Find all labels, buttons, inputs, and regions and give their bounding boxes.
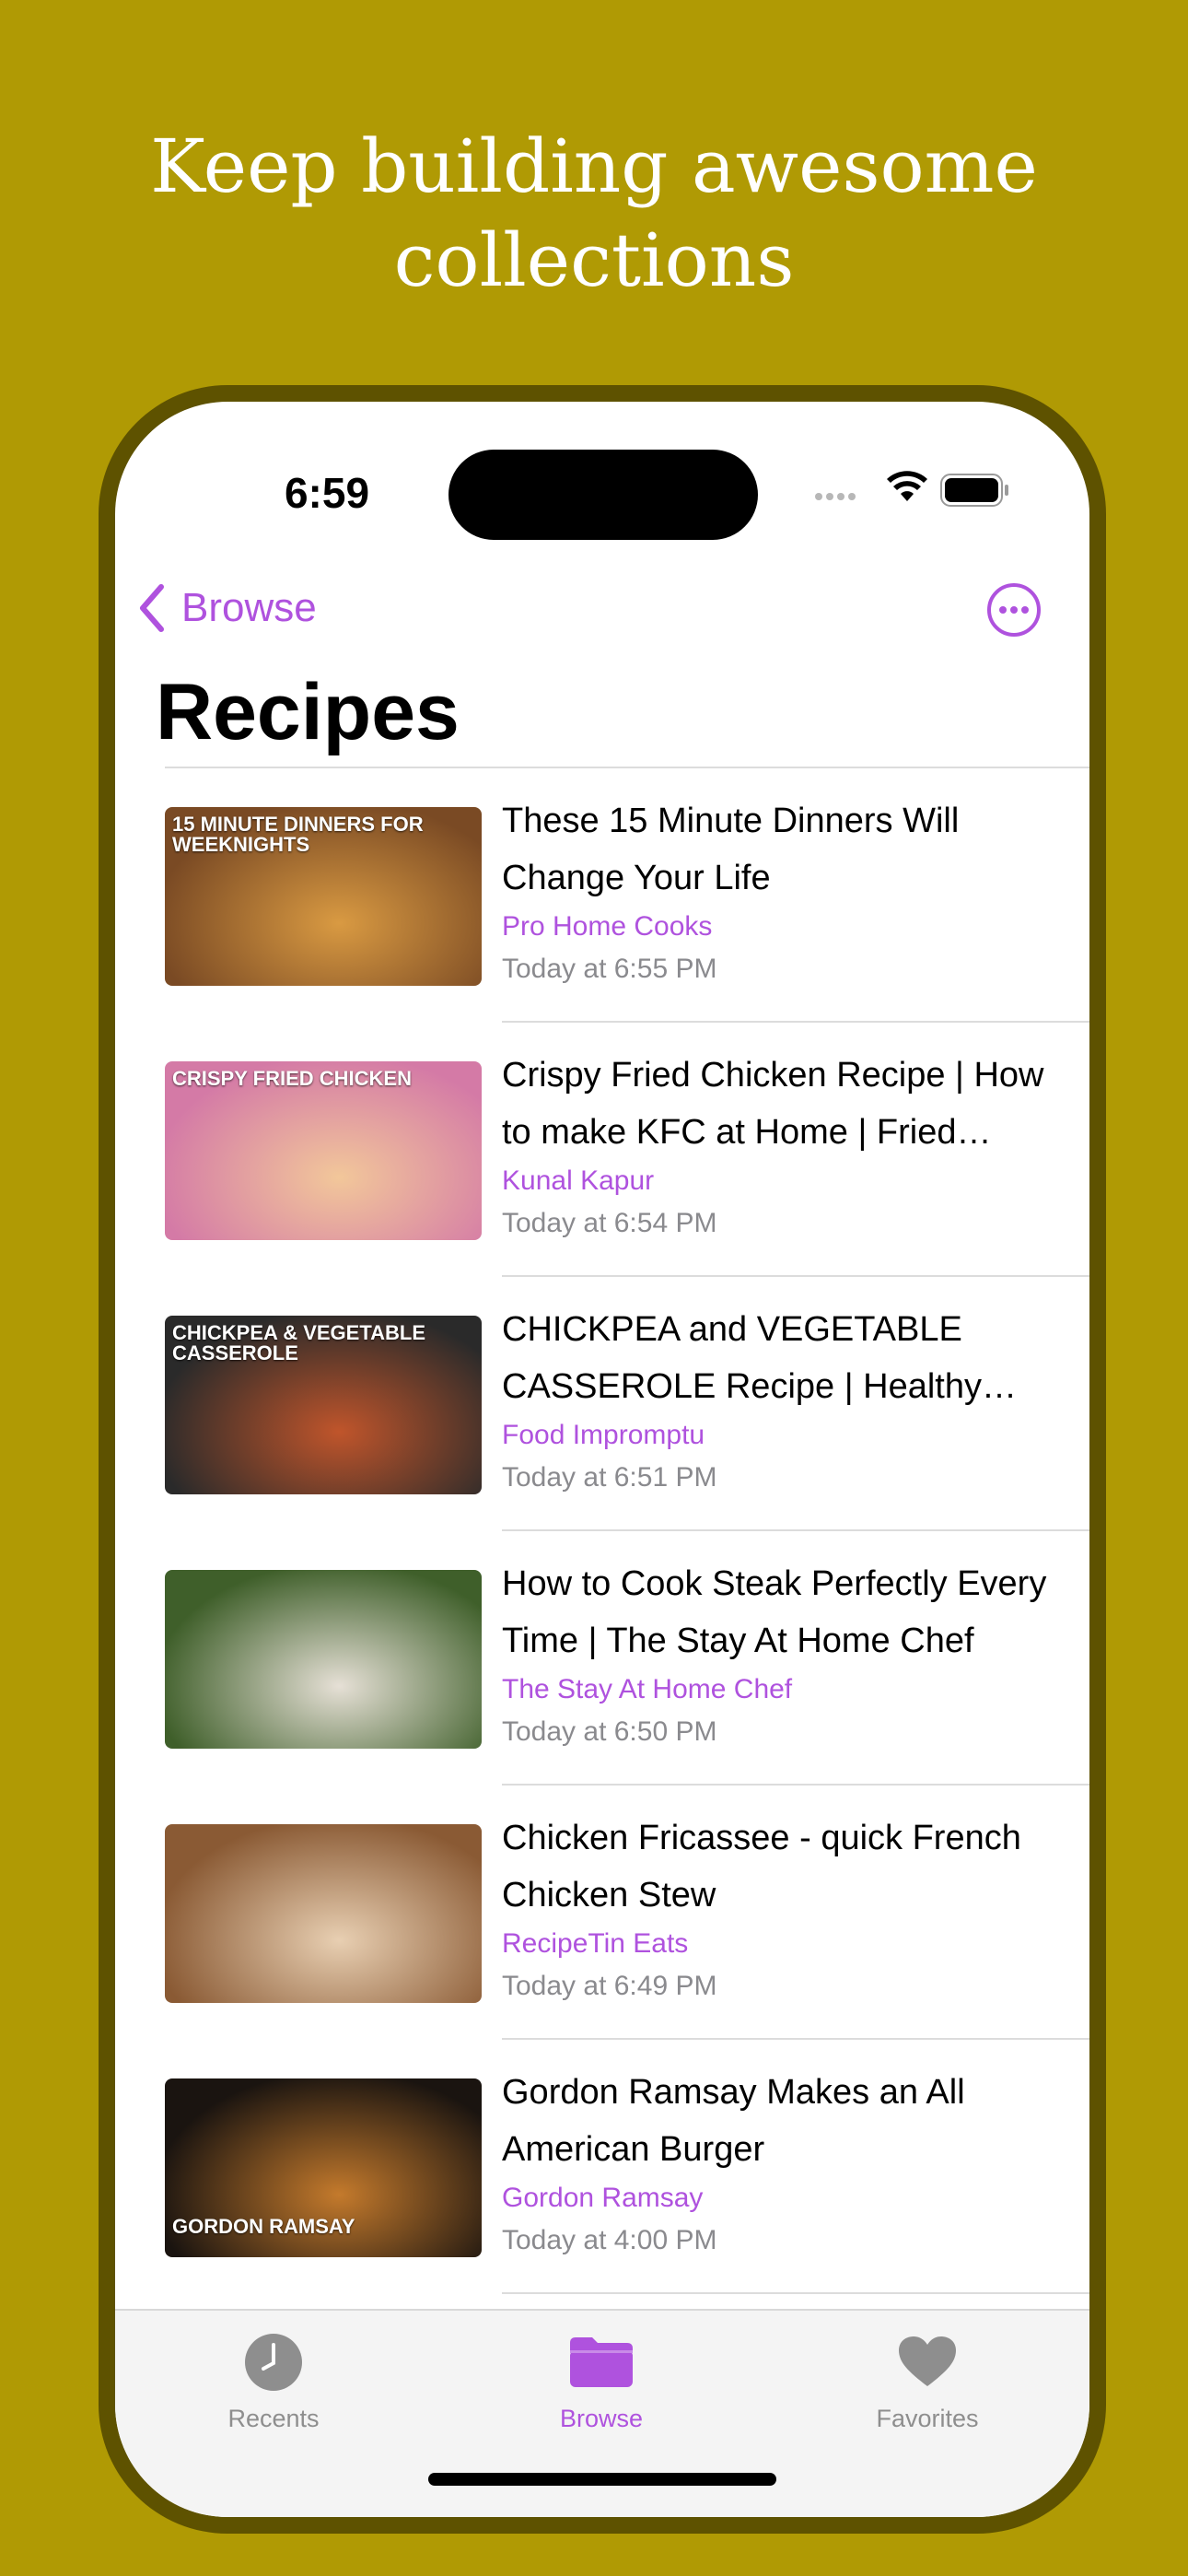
back-button[interactable]: Browse: [137, 579, 317, 638]
video-thumbnail: [165, 1570, 482, 1749]
item-title: How to Cook Steak Perfectly Every Time |…: [502, 1564, 1047, 1660]
item-title: These 15 Minute Dinners Will Change Your…: [502, 802, 960, 897]
item-info: CHICKPEA and VEGETABLE CASSEROLE Recipe …: [502, 1301, 1073, 1496]
phone-screen: 6:59 Browse Recipes 15 MINUTE DINNERS FO…: [115, 402, 1089, 2517]
tab-label: Favorites: [876, 2405, 979, 2432]
navigation-bar: Browse: [115, 558, 1089, 660]
item-channel[interactable]: RecipeTin Eats: [502, 1926, 1073, 1962]
folder-icon: [570, 2337, 633, 2387]
status-time: 6:59: [284, 469, 370, 517]
item-date: Today at 6:51 PM: [502, 1462, 717, 1493]
item-title: Gordon Ramsay Makes an All American Burg…: [502, 2073, 965, 2169]
item-channel[interactable]: Pro Home Cooks: [502, 908, 1073, 945]
home-indicator: [428, 2473, 776, 2486]
back-button-label: Browse: [181, 585, 317, 630]
phone-frame: 6:59 Browse Recipes 15 MINUTE DINNERS FO…: [99, 385, 1106, 2534]
list-item[interactable]: CRISPY FRIED CHICKEN Crispy Fried Chicken…: [115, 1023, 1089, 1277]
battery-icon: [940, 474, 1008, 507]
chevron-left-icon: [140, 584, 164, 632]
video-thumbnail: CHICKPEA & VEGETABLE CASSEROLE: [165, 1316, 482, 1494]
clock-icon: [245, 2334, 302, 2391]
tab-recents[interactable]: Recents: [154, 2329, 393, 2433]
list-item[interactable]: GORDON RAMSAY Gordon Ramsay Makes an All …: [115, 2040, 1089, 2294]
recipe-list: 15 MINUTE DINNERS FOR WEEKNIGHTS These 15…: [115, 768, 1089, 2294]
item-info: These 15 Minute Dinners Will Change Your…: [502, 792, 1073, 988]
video-thumbnail: CRISPY FRIED CHICKEN: [165, 1061, 482, 1240]
thumbnail-caption: 15 MINUTE DINNERS FOR WEEKNIGHTS: [172, 813, 424, 856]
tab-label: Recents: [227, 2405, 320, 2432]
list-item[interactable]: 15 MINUTE DINNERS FOR WEEKNIGHTS These 15…: [115, 768, 1089, 1023]
item-info: Crispy Fried Chicken Recipe | How to mak…: [502, 1047, 1073, 1242]
thumbnail-caption: GORDON RAMSAY: [172, 2215, 355, 2238]
video-thumbnail: 15 MINUTE DINNERS FOR WEEKNIGHTS: [165, 807, 482, 986]
item-title: Chicken Fricassee - quick French Chicken…: [502, 1819, 1021, 1914]
tab-favorites[interactable]: Favorites: [808, 2329, 1047, 2433]
list-item[interactable]: How to Cook Steak Perfectly Every Time |…: [115, 1531, 1089, 1786]
item-channel[interactable]: The Stay At Home Chef: [502, 1671, 1073, 1708]
item-channel[interactable]: Kunal Kapur: [502, 1163, 1073, 1200]
thumbnail-caption: CHICKPEA & VEGETABLE CASSEROLE: [172, 1321, 426, 1364]
item-date: Today at 6:50 PM: [502, 1716, 717, 1747]
thumbnail-caption: CRISPY FRIED CHICKEN: [172, 1067, 412, 1090]
headline-line-2: collections: [393, 217, 795, 303]
video-thumbnail: GORDON RAMSAY: [165, 2078, 482, 2257]
cellular-signal-icon: [815, 488, 859, 505]
tab-label: Browse: [559, 2405, 644, 2432]
page-title: Recipes: [156, 668, 460, 756]
dynamic-island: [448, 450, 758, 540]
item-info: How to Cook Steak Perfectly Every Time |…: [502, 1555, 1073, 1751]
item-info: Gordon Ramsay Makes an All American Burg…: [502, 2064, 1073, 2259]
item-channel[interactable]: Gordon Ramsay: [502, 2180, 1073, 2217]
marketing-headline: Keep building awesome collections: [0, 120, 1188, 308]
ellipsis-circle-icon[interactable]: [986, 582, 1042, 638]
video-thumbnail: [165, 1824, 482, 2003]
item-date: Today at 6:55 PM: [502, 954, 717, 984]
status-icons: [815, 463, 1036, 521]
item-date: Today at 4:00 PM: [502, 2225, 717, 2255]
headline-line-1: Keep building awesome: [150, 123, 1038, 209]
item-date: Today at 6:54 PM: [502, 1208, 717, 1238]
item-channel[interactable]: Food Impromptu: [502, 1417, 1073, 1454]
item-info: Chicken Fricassee - quick French Chicken…: [502, 1809, 1073, 2005]
item-title: Crispy Fried Chicken Recipe | How to mak…: [502, 1056, 1044, 1152]
item-date: Today at 6:49 PM: [502, 1971, 717, 2001]
list-item[interactable]: Chicken Fricassee - quick French Chicken…: [115, 1786, 1089, 2040]
tab-browse[interactable]: Browse: [482, 2329, 721, 2433]
row-divider: [502, 2292, 1089, 2294]
heart-icon: [899, 2336, 956, 2386]
list-item[interactable]: CHICKPEA & VEGETABLE CASSEROLE CHICKPEA a…: [115, 1277, 1089, 1531]
item-title: CHICKPEA and VEGETABLE CASSEROLE Recipe …: [502, 1310, 982, 1406]
tab-bar: Recents Browse Favorites: [115, 2309, 1089, 2517]
wifi-icon: [887, 471, 927, 501]
